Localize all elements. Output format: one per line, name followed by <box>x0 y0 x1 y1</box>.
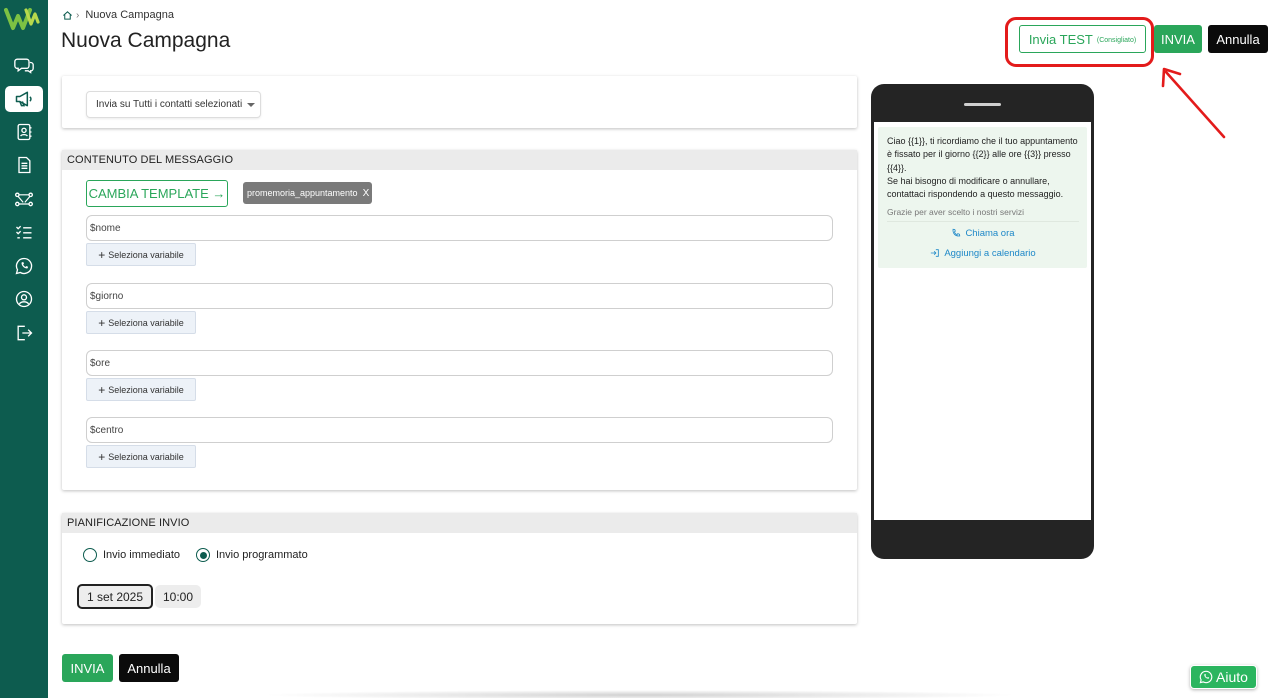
recipients-select[interactable]: Invia su Tutti i contatti selezionati <box>86 91 261 118</box>
breadcrumb: › Nuova Campagna <box>62 9 174 21</box>
phone-notch <box>964 103 1001 106</box>
add-calendar-action[interactable]: Aggiungi a calendario <box>887 243 1079 263</box>
nav-campaigns[interactable] <box>5 86 43 112</box>
phone-preview: Ciao {{1}}, ti ricordiamo che il tuo app… <box>871 84 1094 559</box>
message-body: Ciao {{1}}, ti ricordiamo che il tuo app… <box>887 135 1079 201</box>
schedule-section-title: PIANIFICAZIONE INVIO <box>62 513 857 533</box>
plus-icon: + <box>98 247 106 262</box>
message-section-title: CONTENUTO DEL MESSAGGIO <box>62 150 857 170</box>
message-line: Ciao {{1}}, ti ricordiamo che il tuo app… <box>887 136 1078 146</box>
select-variable-label: Seleziona variabile <box>108 317 184 328</box>
plus-icon: + <box>98 449 106 464</box>
chat-icon <box>14 58 34 74</box>
nav-flows[interactable] <box>5 186 43 212</box>
select-variable-label: Seleziona variabile <box>108 249 184 260</box>
contacts-icon <box>17 123 32 141</box>
radio-scheduled[interactable]: Invio programmato <box>196 548 308 562</box>
select-variable-button[interactable]: + Seleziona variabile <box>86 243 196 266</box>
nav-documents[interactable] <box>5 152 43 178</box>
change-template-button[interactable]: CAMBIA TEMPLATE → <box>86 180 228 207</box>
open-link-icon <box>931 249 940 258</box>
variable-input-centro[interactable]: $centro <box>86 417 833 443</box>
bottom-shadow <box>260 690 1020 698</box>
select-variable-button[interactable]: + Seleziona variabile <box>86 445 196 468</box>
send-button-bottom[interactable]: INVIA <box>62 654 113 682</box>
message-footer: Grazie per aver scelto i nostri servizi <box>887 207 1079 223</box>
radio-selected-dot <box>199 551 207 559</box>
recipients-select-value: Invia su Tutti i contatti selezionati <box>96 99 243 110</box>
template-tag-remove[interactable]: X <box>363 188 370 199</box>
megaphone-icon <box>15 91 32 107</box>
checklist-icon <box>16 225 32 239</box>
radio-immediate-circle[interactable] <box>83 548 97 562</box>
add-calendar-label: Aggiungi a calendario <box>944 247 1036 259</box>
cancel-button-top[interactable]: Annulla <box>1208 25 1268 53</box>
radio-immediate-label: Invio immediato <box>103 549 181 561</box>
nav-whatsapp[interactable] <box>5 253 43 279</box>
nav-profile[interactable] <box>5 286 43 312</box>
breadcrumb-separator: › <box>76 9 80 21</box>
date-picker[interactable]: 1 set 2025 <box>77 584 153 609</box>
help-button[interactable]: Aiuto <box>1190 665 1257 689</box>
call-now-action[interactable]: Chiama ora <box>887 223 1079 243</box>
nav-logout[interactable] <box>5 320 43 346</box>
nav-tasks[interactable] <box>5 219 43 245</box>
message-line: è fissato per il giorno {{2}} alle ore {… <box>887 149 1071 160</box>
logout-icon <box>17 325 33 341</box>
radio-scheduled-label: Invio programmato <box>216 549 308 561</box>
cancel-button-bottom[interactable]: Annulla <box>119 654 179 682</box>
sidebar <box>0 0 48 698</box>
radio-scheduled-circle[interactable] <box>196 548 210 562</box>
phone-icon <box>953 229 961 237</box>
user-icon <box>15 290 33 308</box>
whatsapp-icon <box>1199 670 1213 684</box>
nav-contacts[interactable] <box>5 119 43 145</box>
help-label: Aiuto <box>1216 669 1248 685</box>
caret-down-icon <box>247 102 256 107</box>
message-line: Se hai bisogno di modificare o annullare… <box>887 175 1050 186</box>
app-logo[interactable] <box>4 6 44 32</box>
variable-input-nome[interactable]: $nome <box>86 215 833 241</box>
highlight-annotation <box>1005 17 1154 67</box>
time-picker[interactable]: 10:00 <box>155 585 201 608</box>
radio-immediate[interactable]: Invio immediato <box>83 548 180 562</box>
phone-screen: Ciao {{1}}, ti ricordiamo che il tuo app… <box>874 122 1091 520</box>
plus-icon: + <box>98 315 106 330</box>
page-title: Nuova Campagna <box>61 29 231 52</box>
whatsapp-icon <box>15 257 33 275</box>
flow-icon <box>14 192 33 207</box>
breadcrumb-current: Nuova Campagna <box>85 9 175 21</box>
variable-input-ore[interactable]: $ore <box>86 350 833 376</box>
select-variable-button[interactable]: + Seleziona variabile <box>86 378 196 401</box>
plus-icon: + <box>98 382 106 397</box>
document-icon <box>18 156 31 174</box>
home-icon[interactable] <box>62 10 73 21</box>
select-variable-label: Seleziona variabile <box>108 451 184 462</box>
annotation-arrow-icon <box>1161 67 1226 139</box>
template-tag: promemoria_appuntamento X <box>243 182 372 204</box>
message-line: contattaci rispondendo a questo messaggi… <box>887 189 1064 200</box>
variable-input-giorno[interactable]: $giorno <box>86 283 833 309</box>
message-line: {{4}}. <box>887 162 907 173</box>
send-button-top[interactable]: INVIA <box>1154 25 1202 53</box>
nav-chat[interactable] <box>5 52 43 78</box>
select-variable-label: Seleziona variabile <box>108 384 184 395</box>
call-now-label: Chiama ora <box>965 227 1015 239</box>
message-bubble: Ciao {{1}}, ti ricordiamo che il tuo app… <box>878 127 1087 268</box>
select-variable-button[interactable]: + Seleziona variabile <box>86 311 196 334</box>
template-tag-name: promemoria_appuntamento <box>247 188 358 198</box>
